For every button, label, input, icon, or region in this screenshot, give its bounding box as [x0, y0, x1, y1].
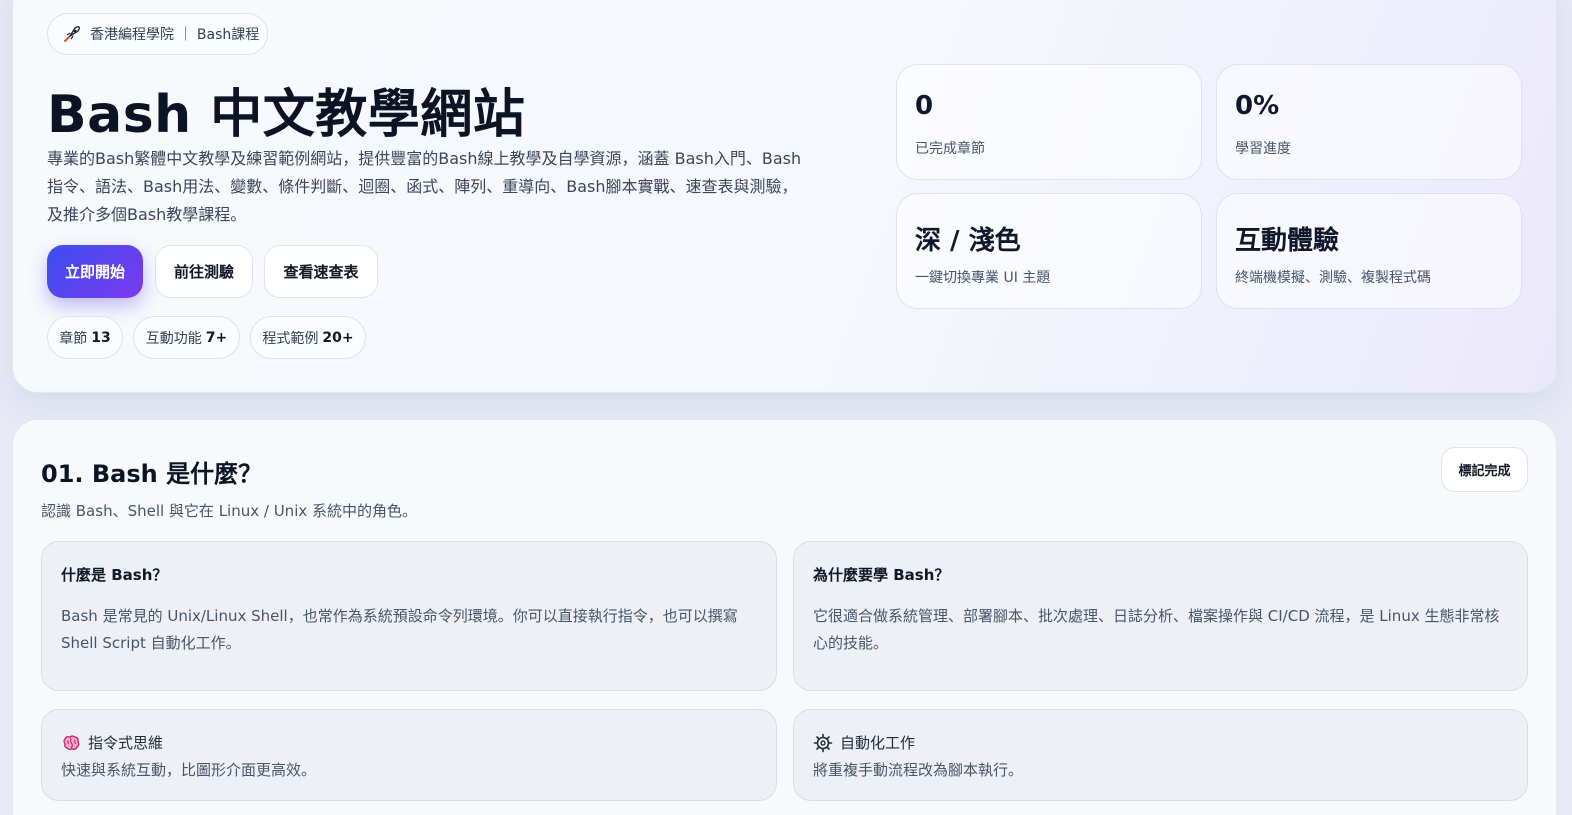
- card-heading: 為什麼要學 Bash？: [813, 566, 950, 584]
- pill-label: 互動功能: [145, 330, 202, 347]
- feature-heading-row: 指令式思維: [61, 732, 163, 753]
- pill-label: 程式範例: [262, 330, 319, 347]
- examples-count-pill: 程式範例 20+: [250, 316, 366, 359]
- rocket-icon: [62, 24, 82, 44]
- info-card: 什麼是 Bash？ Bash 是常見的 Unix/Linux Shell，也常作…: [41, 541, 777, 691]
- section-title: 01. Bash 是什麼？: [41, 460, 263, 488]
- feature-body: 快速與系統互動，比圖形介面更高效。: [61, 761, 317, 779]
- pill-value: 13: [91, 329, 111, 346]
- badge-text: 香港編程學院 ｜ Bash課程: [90, 27, 260, 43]
- hero-description: 專業的Bash繁體中文教學及練習範例網站，提供豐富的Bash線上教學及自學資源，…: [47, 149, 802, 224]
- page-title: Bash 中文教學網站: [47, 85, 526, 145]
- stat-card-progress: 0% 學習進度: [1216, 64, 1522, 180]
- stat-value: 0%: [1235, 91, 1280, 121]
- section-subtitle: 認識 Bash、Shell 與它在 Linux / Unix 系統中的角色。: [41, 502, 418, 520]
- stat-card-interactive: 互動體驗 終端機模擬、測驗、複製程式碼: [1216, 193, 1522, 309]
- card-body: 它很適合做系統管理、部署腳本、批次處理、日誌分析、檔案操作與 CI/CD 流程，…: [813, 607, 1500, 652]
- stat-value: 深 / 淺色: [915, 226, 1021, 256]
- info-card: 為什麼要學 Bash？ 它很適合做系統管理、部署腳本、批次處理、日誌分析、檔案操…: [793, 541, 1528, 691]
- card-body: Bash 是常見的 Unix/Linux Shell，也常作為系統預設命令列環境…: [61, 607, 738, 652]
- mark-complete-button[interactable]: 標記完成: [1441, 447, 1528, 492]
- feature-card: 自動化工作 將重複手動流程改為腳本執行。: [793, 709, 1528, 801]
- stat-value: 互動體驗: [1235, 226, 1340, 256]
- stat-card-completed: 0 已完成章節: [896, 64, 1202, 180]
- chapters-count-pill: 章節 13: [47, 316, 123, 359]
- start-button[interactable]: 立即開始: [47, 245, 143, 298]
- card-heading: 什麼是 Bash？: [61, 566, 168, 584]
- feature-body: 將重複手動流程改為腳本執行。: [813, 761, 1024, 779]
- brain-icon: [61, 733, 81, 753]
- stat-label: 學習進度: [1235, 141, 1291, 157]
- pill-value: 20+: [322, 329, 354, 346]
- features-count-pill: 互動功能 7+: [133, 316, 240, 359]
- cheatsheet-button[interactable]: 查看速查表: [264, 245, 378, 298]
- stat-label: 已完成章節: [915, 141, 985, 157]
- course-badge: 香港編程學院 ｜ Bash課程: [47, 13, 268, 55]
- gear-icon: [813, 733, 833, 753]
- stat-label: 終端機模擬、測驗、複製程式碼: [1235, 270, 1431, 286]
- feature-card: 指令式思維 快速與系統互動，比圖形介面更高效。: [41, 709, 777, 801]
- stat-value: 0: [915, 91, 934, 121]
- pill-value: 7+: [205, 329, 228, 346]
- pill-label: 章節: [59, 330, 88, 347]
- feature-heading: 指令式思維: [88, 734, 164, 752]
- feature-heading: 自動化工作: [840, 734, 916, 752]
- quiz-button[interactable]: 前往測驗: [155, 245, 253, 298]
- stat-card-theme: 深 / 淺色 一鍵切換專業 UI 主題: [896, 193, 1202, 309]
- stat-label: 一鍵切換專業 UI 主題: [915, 270, 1051, 286]
- feature-heading-row: 自動化工作: [813, 732, 915, 753]
